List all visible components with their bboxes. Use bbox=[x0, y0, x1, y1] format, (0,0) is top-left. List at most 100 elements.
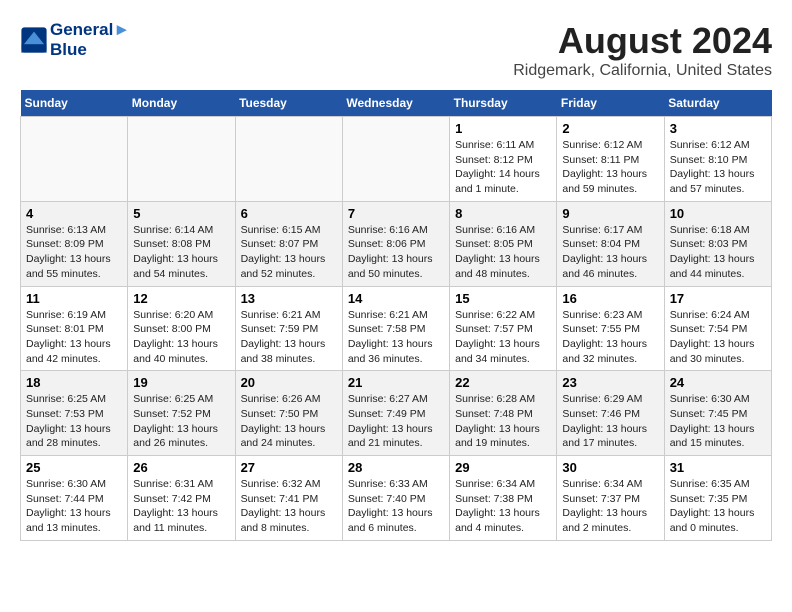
day-info: Sunrise: 6:18 AM Sunset: 8:03 PM Dayligh… bbox=[670, 223, 766, 282]
calendar-cell: 8 Sunrise: 6:16 AM Sunset: 8:05 PM Daylig… bbox=[450, 201, 557, 286]
calendar-cell: 27Sunrise: 6:32 AM Sunset: 7:41 PM Dayli… bbox=[235, 456, 342, 541]
day-number: 4 bbox=[26, 206, 122, 221]
day-info: Sunrise: 6:15 AM Sunset: 8:07 PM Dayligh… bbox=[241, 223, 337, 282]
day-info: Sunrise: 6:16 AM Sunset: 8:06 PM Dayligh… bbox=[348, 223, 444, 282]
day-info: Sunrise: 6:21 AM Sunset: 7:59 PM Dayligh… bbox=[241, 308, 337, 367]
calendar-cell bbox=[342, 117, 449, 202]
day-info: Sunrise: 6:17 AM Sunset: 8:04 PM Dayligh… bbox=[562, 223, 658, 282]
day-info: Sunrise: 6:30 AM Sunset: 7:45 PM Dayligh… bbox=[670, 392, 766, 451]
day-number: 2 bbox=[562, 121, 658, 136]
day-number: 3 bbox=[670, 121, 766, 136]
day-info: Sunrise: 6:20 AM Sunset: 8:00 PM Dayligh… bbox=[133, 308, 229, 367]
calendar-cell: 3 Sunrise: 6:12 AM Sunset: 8:10 PM Daylig… bbox=[664, 117, 771, 202]
day-info: Sunrise: 6:29 AM Sunset: 7:46 PM Dayligh… bbox=[562, 392, 658, 451]
day-info: Sunrise: 6:35 AM Sunset: 7:35 PM Dayligh… bbox=[670, 477, 766, 536]
day-number: 20 bbox=[241, 375, 337, 390]
day-info: Sunrise: 6:31 AM Sunset: 7:42 PM Dayligh… bbox=[133, 477, 229, 536]
day-number: 15 bbox=[455, 291, 551, 306]
week-row-4: 18Sunrise: 6:25 AM Sunset: 7:53 PM Dayli… bbox=[21, 371, 772, 456]
day-number: 28 bbox=[348, 460, 444, 475]
day-header-friday: Friday bbox=[557, 90, 664, 117]
day-number: 11 bbox=[26, 291, 122, 306]
calendar-cell: 14 Sunrise: 6:21 AM Sunset: 7:58 PM Dayli… bbox=[342, 286, 449, 371]
logo-icon bbox=[20, 26, 48, 54]
calendar-cell: 17Sunrise: 6:24 AM Sunset: 7:54 PM Dayli… bbox=[664, 286, 771, 371]
calendar-cell: 5 Sunrise: 6:14 AM Sunset: 8:08 PM Daylig… bbox=[128, 201, 235, 286]
day-info: Sunrise: 6:21 AM Sunset: 7:58 PM Dayligh… bbox=[348, 308, 444, 367]
calendar-cell: 10 Sunrise: 6:18 AM Sunset: 8:03 PM Dayli… bbox=[664, 201, 771, 286]
week-row-3: 11 Sunrise: 6:19 AM Sunset: 8:01 PM Dayli… bbox=[21, 286, 772, 371]
calendar-cell bbox=[235, 117, 342, 202]
day-number: 8 bbox=[455, 206, 551, 221]
day-info: Sunrise: 6:19 AM Sunset: 8:01 PM Dayligh… bbox=[26, 308, 122, 367]
day-header-sunday: Sunday bbox=[21, 90, 128, 117]
day-number: 12 bbox=[133, 291, 229, 306]
day-info: Sunrise: 6:34 AM Sunset: 7:37 PM Dayligh… bbox=[562, 477, 658, 536]
day-number: 26 bbox=[133, 460, 229, 475]
day-info: Sunrise: 6:26 AM Sunset: 7:50 PM Dayligh… bbox=[241, 392, 337, 451]
calendar-cell: 30 Sunrise: 6:34 AM Sunset: 7:37 PM Dayli… bbox=[557, 456, 664, 541]
day-header-tuesday: Tuesday bbox=[235, 90, 342, 117]
calendar-cell: 21 Sunrise: 6:27 AM Sunset: 7:49 PM Dayli… bbox=[342, 371, 449, 456]
calendar-cell: 26 Sunrise: 6:31 AM Sunset: 7:42 PM Dayli… bbox=[128, 456, 235, 541]
day-info: Sunrise: 6:16 AM Sunset: 8:05 PM Dayligh… bbox=[455, 223, 551, 282]
calendar-cell: 13 Sunrise: 6:21 AM Sunset: 7:59 PM Dayli… bbox=[235, 286, 342, 371]
week-row-5: 25Sunrise: 6:30 AM Sunset: 7:44 PM Dayli… bbox=[21, 456, 772, 541]
calendar-cell: 4 Sunrise: 6:13 AM Sunset: 8:09 PM Daylig… bbox=[21, 201, 128, 286]
week-row-1: 1 Sunrise: 6:11 AM Sunset: 8:12 PM Daylig… bbox=[21, 117, 772, 202]
day-number: 9 bbox=[562, 206, 658, 221]
day-number: 19 bbox=[133, 375, 229, 390]
day-info: Sunrise: 6:27 AM Sunset: 7:49 PM Dayligh… bbox=[348, 392, 444, 451]
calendar-cell: 23 Sunrise: 6:29 AM Sunset: 7:46 PM Dayli… bbox=[557, 371, 664, 456]
calendar-cell: 20 Sunrise: 6:26 AM Sunset: 7:50 PM Dayli… bbox=[235, 371, 342, 456]
day-info: Sunrise: 6:28 AM Sunset: 7:48 PM Dayligh… bbox=[455, 392, 551, 451]
calendar-table: SundayMondayTuesdayWednesdayThursdayFrid… bbox=[20, 90, 772, 541]
calendar-cell: 6 Sunrise: 6:15 AM Sunset: 8:07 PM Daylig… bbox=[235, 201, 342, 286]
calendar-cell: 28 Sunrise: 6:33 AM Sunset: 7:40 PM Dayli… bbox=[342, 456, 449, 541]
calendar-cell bbox=[128, 117, 235, 202]
day-header-thursday: Thursday bbox=[450, 90, 557, 117]
week-row-2: 4 Sunrise: 6:13 AM Sunset: 8:09 PM Daylig… bbox=[21, 201, 772, 286]
day-number: 18 bbox=[26, 375, 122, 390]
day-info: Sunrise: 6:23 AM Sunset: 7:55 PM Dayligh… bbox=[562, 308, 658, 367]
calendar-cell: 29Sunrise: 6:34 AM Sunset: 7:38 PM Dayli… bbox=[450, 456, 557, 541]
page-header: General► Blue August 2024 Ridgemark, Cal… bbox=[20, 20, 772, 80]
day-number: 29 bbox=[455, 460, 551, 475]
day-number: 13 bbox=[241, 291, 337, 306]
day-number: 5 bbox=[133, 206, 229, 221]
day-number: 24 bbox=[670, 375, 766, 390]
calendar-cell: 16 Sunrise: 6:23 AM Sunset: 7:55 PM Dayli… bbox=[557, 286, 664, 371]
calendar-cell: 22 Sunrise: 6:28 AM Sunset: 7:48 PM Dayli… bbox=[450, 371, 557, 456]
day-info: Sunrise: 6:33 AM Sunset: 7:40 PM Dayligh… bbox=[348, 477, 444, 536]
calendar-cell: 1 Sunrise: 6:11 AM Sunset: 8:12 PM Daylig… bbox=[450, 117, 557, 202]
day-info: Sunrise: 6:30 AM Sunset: 7:44 PM Dayligh… bbox=[26, 477, 122, 536]
day-number: 22 bbox=[455, 375, 551, 390]
day-info: Sunrise: 6:25 AM Sunset: 7:52 PM Dayligh… bbox=[133, 392, 229, 451]
calendar-cell: 9 Sunrise: 6:17 AM Sunset: 8:04 PM Daylig… bbox=[557, 201, 664, 286]
logo-line1: General► bbox=[50, 20, 130, 40]
day-number: 10 bbox=[670, 206, 766, 221]
day-number: 1 bbox=[455, 121, 551, 136]
calendar-cell: 11 Sunrise: 6:19 AM Sunset: 8:01 PM Dayli… bbox=[21, 286, 128, 371]
day-header-wednesday: Wednesday bbox=[342, 90, 449, 117]
day-info: Sunrise: 6:12 AM Sunset: 8:10 PM Dayligh… bbox=[670, 138, 766, 197]
day-number: 7 bbox=[348, 206, 444, 221]
calendar-cell: 12 Sunrise: 6:20 AM Sunset: 8:00 PM Dayli… bbox=[128, 286, 235, 371]
day-number: 21 bbox=[348, 375, 444, 390]
day-info: Sunrise: 6:11 AM Sunset: 8:12 PM Dayligh… bbox=[455, 138, 551, 197]
day-number: 23 bbox=[562, 375, 658, 390]
calendar-body: 1 Sunrise: 6:11 AM Sunset: 8:12 PM Daylig… bbox=[21, 117, 772, 541]
day-info: Sunrise: 6:14 AM Sunset: 8:08 PM Dayligh… bbox=[133, 223, 229, 282]
day-header-saturday: Saturday bbox=[664, 90, 771, 117]
day-info: Sunrise: 6:13 AM Sunset: 8:09 PM Dayligh… bbox=[26, 223, 122, 282]
day-number: 27 bbox=[241, 460, 337, 475]
day-number: 30 bbox=[562, 460, 658, 475]
calendar-cell: 7 Sunrise: 6:16 AM Sunset: 8:06 PM Daylig… bbox=[342, 201, 449, 286]
calendar-cell: 19 Sunrise: 6:25 AM Sunset: 7:52 PM Dayli… bbox=[128, 371, 235, 456]
calendar-cell: 25Sunrise: 6:30 AM Sunset: 7:44 PM Dayli… bbox=[21, 456, 128, 541]
day-of-week-header-row: SundayMondayTuesdayWednesdayThursdayFrid… bbox=[21, 90, 772, 117]
day-number: 6 bbox=[241, 206, 337, 221]
day-number: 14 bbox=[348, 291, 444, 306]
day-number: 16 bbox=[562, 291, 658, 306]
logo-line2: Blue bbox=[50, 40, 130, 60]
